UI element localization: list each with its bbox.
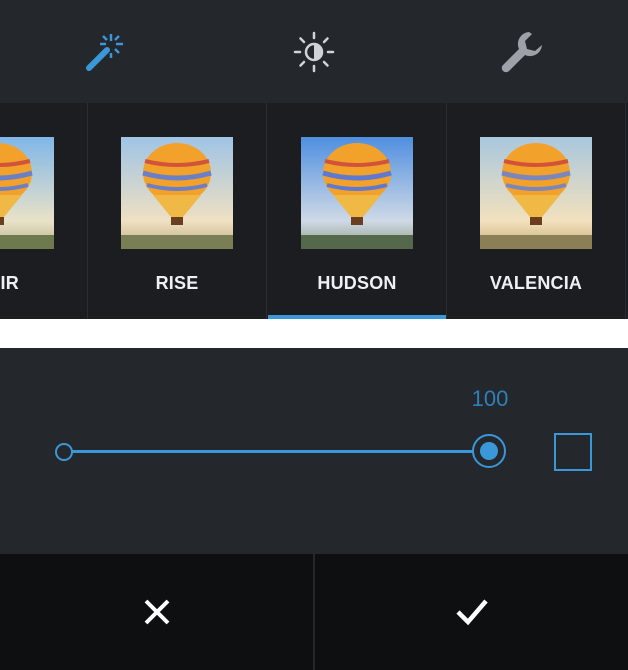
strength-value: 100: [471, 386, 509, 411]
filter-strip: FAIR RISE: [0, 103, 628, 319]
square-frame-icon[interactable]: [554, 433, 592, 471]
adjust-tool-button[interactable]: [214, 0, 414, 103]
filter-valencia[interactable]: VALENCIA: [447, 103, 626, 319]
slider-thumb[interactable]: [472, 434, 506, 468]
filter-rise[interactable]: RISE: [88, 103, 267, 319]
balloon-thumbnail: [301, 137, 413, 249]
filter-label: FAIR: [0, 273, 19, 293]
check-icon: [455, 599, 488, 626]
tools-button[interactable]: [422, 0, 622, 103]
balloon-thumbnail: [480, 137, 592, 249]
separator-band: [0, 319, 628, 348]
filter-strength-panel: 100: [0, 348, 628, 554]
filter-label: RISE: [155, 273, 199, 293]
filter-hudson[interactable]: HUDSON: [268, 103, 447, 319]
wrench-icon: [501, 31, 542, 72]
lux-tool-button[interactable]: [5, 0, 205, 103]
balloon-thumbnail: [0, 137, 54, 249]
balloon-thumbnail: [121, 137, 233, 249]
slider-start-marker: [55, 443, 73, 461]
close-icon: [144, 599, 169, 625]
filter-label: HUDSON: [317, 273, 397, 293]
slider-track[interactable]: [64, 450, 488, 453]
cancel-button[interactable]: [0, 554, 313, 670]
filter-label: VALENCIA: [489, 273, 583, 293]
brightness-icon: [293, 31, 335, 72]
edit-toolbar: [0, 0, 628, 103]
confirm-button[interactable]: [315, 554, 628, 670]
slider-thumb-dot: [480, 442, 498, 460]
magic-wand-icon: [86, 33, 123, 71]
filter-fair[interactable]: FAIR: [0, 103, 88, 319]
action-bar: [0, 554, 628, 670]
